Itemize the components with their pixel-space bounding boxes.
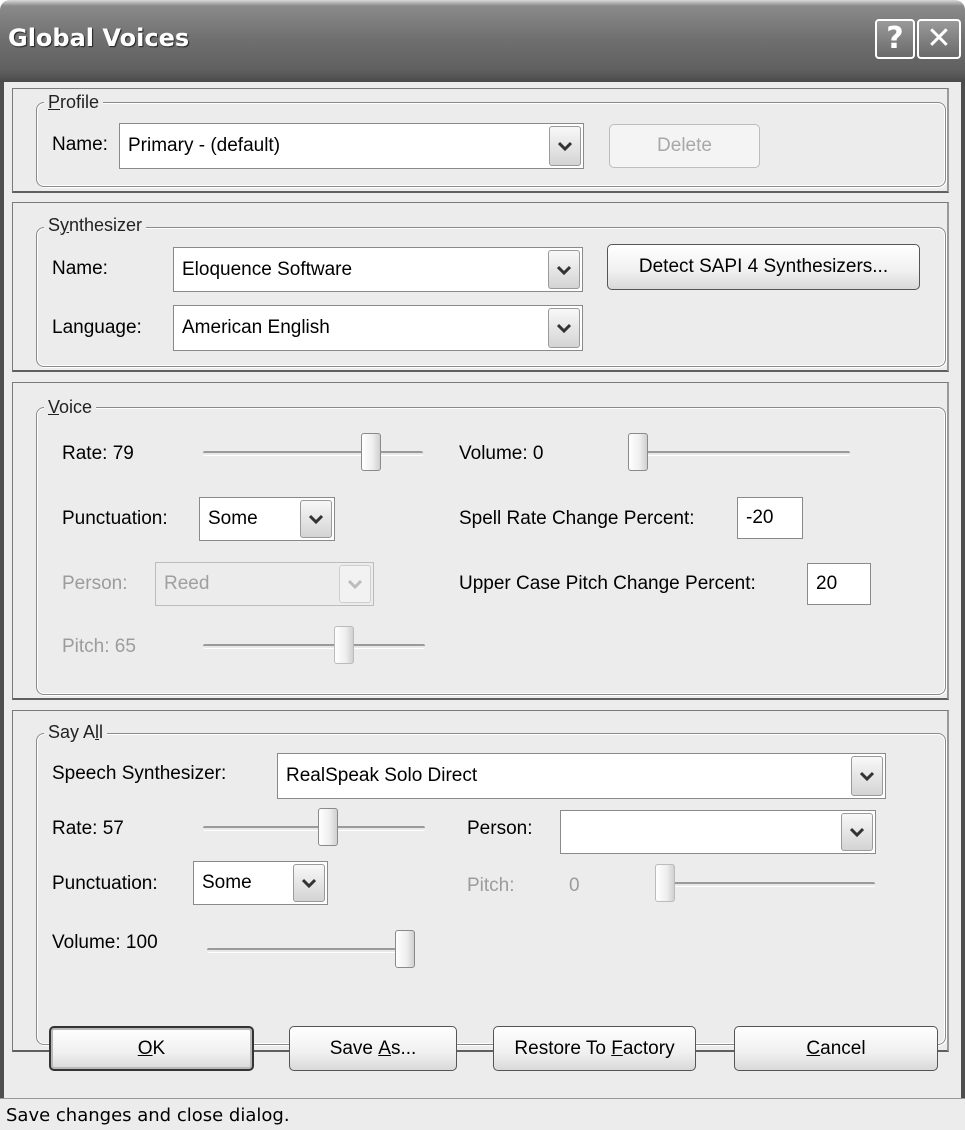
chevron-down-icon[interactable] xyxy=(339,565,371,603)
title-bar[interactable]: Global Voices ? ✕ xyxy=(0,0,965,82)
slider-track xyxy=(203,644,425,649)
chevron-down-icon[interactable] xyxy=(293,864,325,902)
say-all-pitch-label: Pitch: xyxy=(467,875,515,896)
upper-case-pitch-value: 20 xyxy=(816,573,838,594)
voice-person-combo[interactable]: Reed xyxy=(155,562,374,606)
synthesizer-legend: Synthesizer xyxy=(44,215,147,235)
say-all-punctuation-label: Punctuation: xyxy=(52,873,158,894)
chevron-down-icon[interactable] xyxy=(851,756,883,796)
synthesizer-name-label: Name: xyxy=(52,258,108,279)
voice-person-label: Person: xyxy=(62,573,128,594)
say-all-volume-label: Volume: 100 xyxy=(52,932,158,953)
say-all-person-combo[interactable] xyxy=(560,810,876,854)
voice-volume-label: Volume: 0 xyxy=(459,443,544,464)
slider-track xyxy=(207,948,415,953)
status-text: Save changes and close dialog. xyxy=(6,1105,290,1126)
say-all-rate-label: Rate: 57 xyxy=(52,818,124,839)
delete-button[interactable]: Delete xyxy=(609,124,760,168)
voice-person-value: Reed xyxy=(164,573,210,594)
language-combo[interactable]: American English xyxy=(173,305,583,351)
voice-punctuation-value: Some xyxy=(208,508,258,529)
chevron-down-icon[interactable] xyxy=(548,308,580,348)
chevron-down-icon[interactable] xyxy=(300,500,332,538)
language-label: Language: xyxy=(52,317,142,338)
slider-thumb[interactable] xyxy=(395,930,415,968)
profile-name-value: Primary - (default) xyxy=(128,135,281,156)
say-all-person-label: Person: xyxy=(467,818,533,839)
profile-legend: Profile xyxy=(44,92,104,112)
language-value: American English xyxy=(182,317,330,338)
say-all-punctuation-combo[interactable]: Some xyxy=(193,861,328,905)
slider-thumb[interactable] xyxy=(655,864,675,902)
slider-track xyxy=(203,826,425,831)
say-all-synth-combo[interactable]: RealSpeak Solo Direct xyxy=(277,753,886,799)
slider-thumb[interactable] xyxy=(318,808,339,846)
voice-legend: Voice xyxy=(44,397,97,417)
spell-rate-input[interactable]: -20 xyxy=(737,497,803,539)
window-title: Global Voices xyxy=(8,24,190,52)
help-icon: ? xyxy=(886,21,904,56)
chevron-down-icon[interactable] xyxy=(841,813,873,851)
say-all-synth-value: RealSpeak Solo Direct xyxy=(286,765,478,786)
ok-button[interactable]: OK xyxy=(49,1026,254,1071)
slider-track xyxy=(203,451,423,456)
restore-factory-button[interactable]: Restore To Factory xyxy=(493,1026,696,1071)
synthesizer-name-value: Eloquence Software xyxy=(182,258,353,280)
say-all-synth-label: Speech Synthesizer: xyxy=(52,763,227,784)
save-as-button[interactable]: Save As... xyxy=(289,1026,457,1071)
voice-punctuation-label: Punctuation: xyxy=(62,508,168,529)
slider-thumb[interactable] xyxy=(361,433,381,471)
synthesizer-name-combo[interactable]: Eloquence Software xyxy=(173,247,583,292)
say-all-pitch-number: 0 xyxy=(569,875,580,896)
status-bar: Save changes and close dialog. xyxy=(0,1098,965,1130)
voice-punctuation-combo[interactable]: Some xyxy=(199,497,335,541)
say-all-legend: Say All xyxy=(44,722,108,742)
upper-case-pitch-input[interactable]: 20 xyxy=(807,563,871,605)
chevron-down-icon[interactable] xyxy=(549,126,581,166)
chevron-down-icon[interactable] xyxy=(548,250,580,289)
profile-name-combo[interactable]: Primary - (default) xyxy=(119,123,584,169)
slider-track xyxy=(628,451,850,456)
slider-thumb[interactable] xyxy=(628,433,648,471)
slider-track xyxy=(655,882,875,887)
upper-case-pitch-label: Upper Case Pitch Change Percent: xyxy=(459,573,756,594)
profile-name-label: Name: xyxy=(52,134,108,155)
voice-pitch-label: Pitch: 65 xyxy=(62,636,136,657)
spell-rate-value: -20 xyxy=(746,507,774,528)
say-all-punctuation-value: Some xyxy=(202,872,252,893)
cancel-button[interactable]: Cancel xyxy=(734,1026,938,1071)
voice-rate-label: Rate: 79 xyxy=(62,443,134,464)
spell-rate-label: Spell Rate Change Percent: xyxy=(459,508,695,529)
help-button[interactable]: ? xyxy=(875,19,915,59)
close-button[interactable]: ✕ xyxy=(917,19,961,59)
close-icon: ✕ xyxy=(926,21,952,56)
detect-sapi4-button[interactable]: Detect SAPI 4 Synthesizers... xyxy=(607,244,920,290)
slider-thumb[interactable] xyxy=(334,626,355,664)
